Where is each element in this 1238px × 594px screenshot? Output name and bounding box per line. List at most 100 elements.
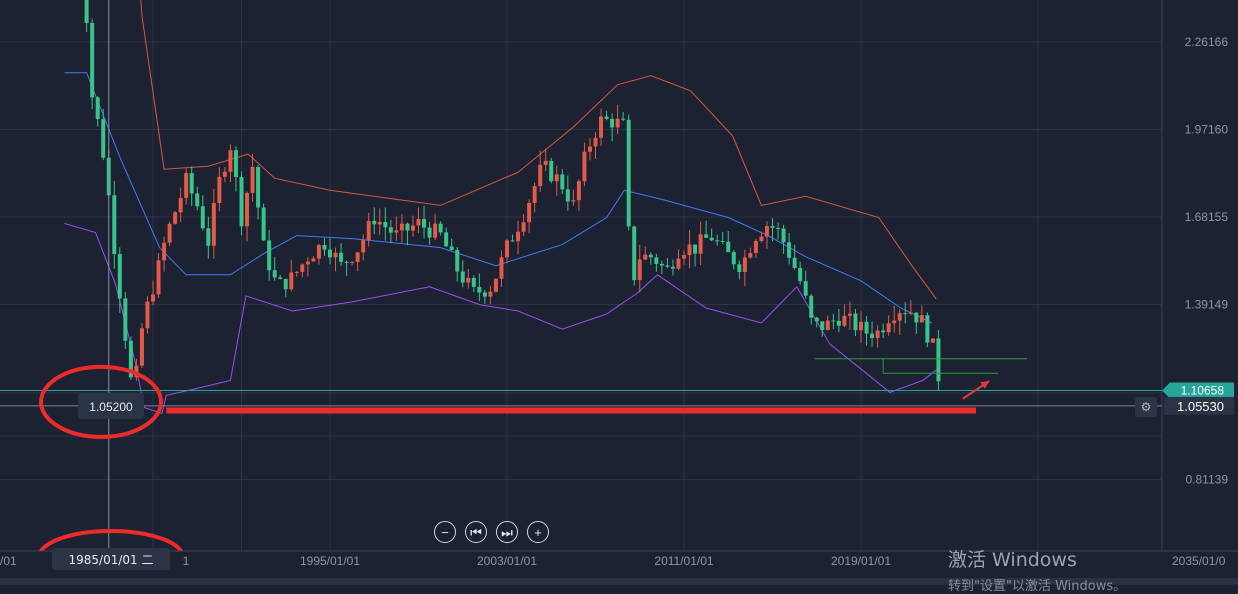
price-axis: 2.26166 1.97160 1.68155 1.39149 0.81139 1.106…	[1162, 0, 1238, 585]
candle-body-39	[289, 272, 294, 290]
candle-body-40	[294, 271, 299, 273]
candle-body-141	[853, 313, 858, 331]
candle-body-124	[759, 236, 764, 242]
candle-body-58	[394, 230, 399, 233]
candle-body-19	[178, 197, 183, 213]
candle-body-132	[803, 281, 808, 296]
candle-body-82	[527, 202, 532, 223]
crosshair-date-tag: 1985/01/01 二	[69, 553, 154, 567]
price-chart[interactable]: 1.05200 2.26166 1.97160 1.68155 1.39149 0.81…	[0, 0, 1238, 585]
candle-body-110	[682, 255, 686, 259]
candle-body-152	[914, 312, 919, 323]
candle-body-112	[693, 244, 698, 254]
time-tick-label-2: 2003/01/01	[477, 554, 537, 568]
candle-body-47	[333, 252, 338, 258]
candle-body-139	[842, 315, 847, 326]
candle-body-111	[687, 244, 692, 256]
time-tick-label-3: 2011/01/01	[654, 554, 713, 568]
candle-body-7	[112, 195, 117, 255]
candle-body-140	[847, 313, 852, 316]
candle-body-69	[455, 249, 460, 272]
candle-body-99	[621, 118, 626, 120]
candle-body-118	[726, 241, 731, 253]
scroll-left-button[interactable]: ⏮	[465, 521, 487, 543]
candle-body-41	[300, 264, 305, 272]
candle-body-100	[626, 119, 631, 227]
candle-body-64	[427, 227, 432, 238]
candle-body-89	[565, 189, 570, 202]
candle-body-56	[383, 222, 388, 228]
candle-body-59	[399, 223, 404, 231]
candle-body-131	[798, 267, 803, 282]
candle-body-101	[632, 226, 637, 281]
candle-body-52	[361, 240, 366, 253]
candle-body-34	[261, 207, 266, 241]
candle-body-61	[410, 225, 415, 231]
candle-body-130	[792, 257, 797, 268]
candle-body-90	[571, 200, 576, 202]
price-tick-label-2: 1.68155	[1185, 210, 1229, 224]
candle-body-138	[836, 320, 841, 326]
candle-body-117	[720, 240, 725, 242]
candle-body-129	[787, 242, 792, 258]
candle-body-125	[764, 226, 769, 237]
candle-body-77	[499, 257, 504, 279]
candle-body-51	[355, 252, 360, 262]
candle-body-155	[930, 338, 935, 343]
current-price-tag: 1.10658	[1181, 383, 1225, 397]
candle-body-20	[184, 173, 189, 198]
candle-body-151	[908, 312, 913, 314]
time-tick-label-1: 1995/01/01	[300, 554, 360, 568]
candle-body-107	[665, 265, 670, 267]
alert-bell-icon[interactable]: ⚙	[1135, 397, 1157, 417]
candle-body-92	[582, 151, 587, 182]
candle-body-149	[897, 313, 902, 321]
zoom-in-button[interactable]: +	[527, 521, 549, 543]
candle-body-5	[101, 119, 106, 158]
price-tick-label-4: 0.81139	[1186, 472, 1229, 486]
time-tick-label-4: 2019/01/01	[831, 554, 891, 568]
crosshair-date-tail: 1	[183, 554, 190, 568]
candle-body-60	[405, 223, 410, 231]
candle-body-35	[267, 240, 272, 271]
scroll-right-button[interactable]: ⏭	[496, 521, 518, 543]
candle-body-150	[903, 313, 908, 315]
candle-body-148	[892, 320, 897, 324]
candle-body-126	[770, 226, 775, 228]
candle-body-67	[444, 232, 449, 247]
candle-body-4	[95, 97, 100, 120]
candle-body-133	[809, 295, 814, 318]
candle-body-127	[776, 227, 781, 229]
candle-body-55	[377, 222, 382, 225]
candle-body-95	[599, 116, 604, 138]
candle-body-78	[505, 240, 509, 258]
candle-body-72	[471, 277, 476, 287]
chart-background	[0, 0, 1238, 585]
candle-body-96	[604, 116, 609, 119]
low-value-label: 1.05200	[89, 400, 133, 414]
candle-body-74	[482, 292, 487, 297]
candle-body-21	[189, 173, 194, 194]
candle-body-9	[123, 298, 128, 341]
candle-body-115	[709, 237, 714, 241]
candle-body-62	[416, 218, 421, 226]
candle-body-43	[311, 258, 316, 262]
candle-body-119	[731, 252, 736, 265]
candle-body-79	[510, 240, 515, 242]
candle-body-37	[278, 277, 283, 279]
candle-body-93	[587, 146, 592, 152]
crosshair-price-tag: 1.05530	[1177, 399, 1224, 414]
zoom-out-button[interactable]: −	[434, 521, 456, 543]
candle-body-106	[659, 263, 664, 266]
candle-body-30	[239, 176, 244, 227]
candle-body-27	[222, 171, 227, 177]
candle-body-63	[422, 218, 427, 228]
candle-body-33	[256, 166, 261, 208]
candle-body-81	[521, 222, 526, 232]
candle-body-88	[560, 174, 565, 190]
candle-body-85	[543, 160, 548, 165]
candle-body-15	[156, 260, 161, 295]
candle-body-16	[162, 242, 167, 261]
candle-body-25	[211, 202, 216, 246]
candle-body-3	[90, 22, 95, 98]
